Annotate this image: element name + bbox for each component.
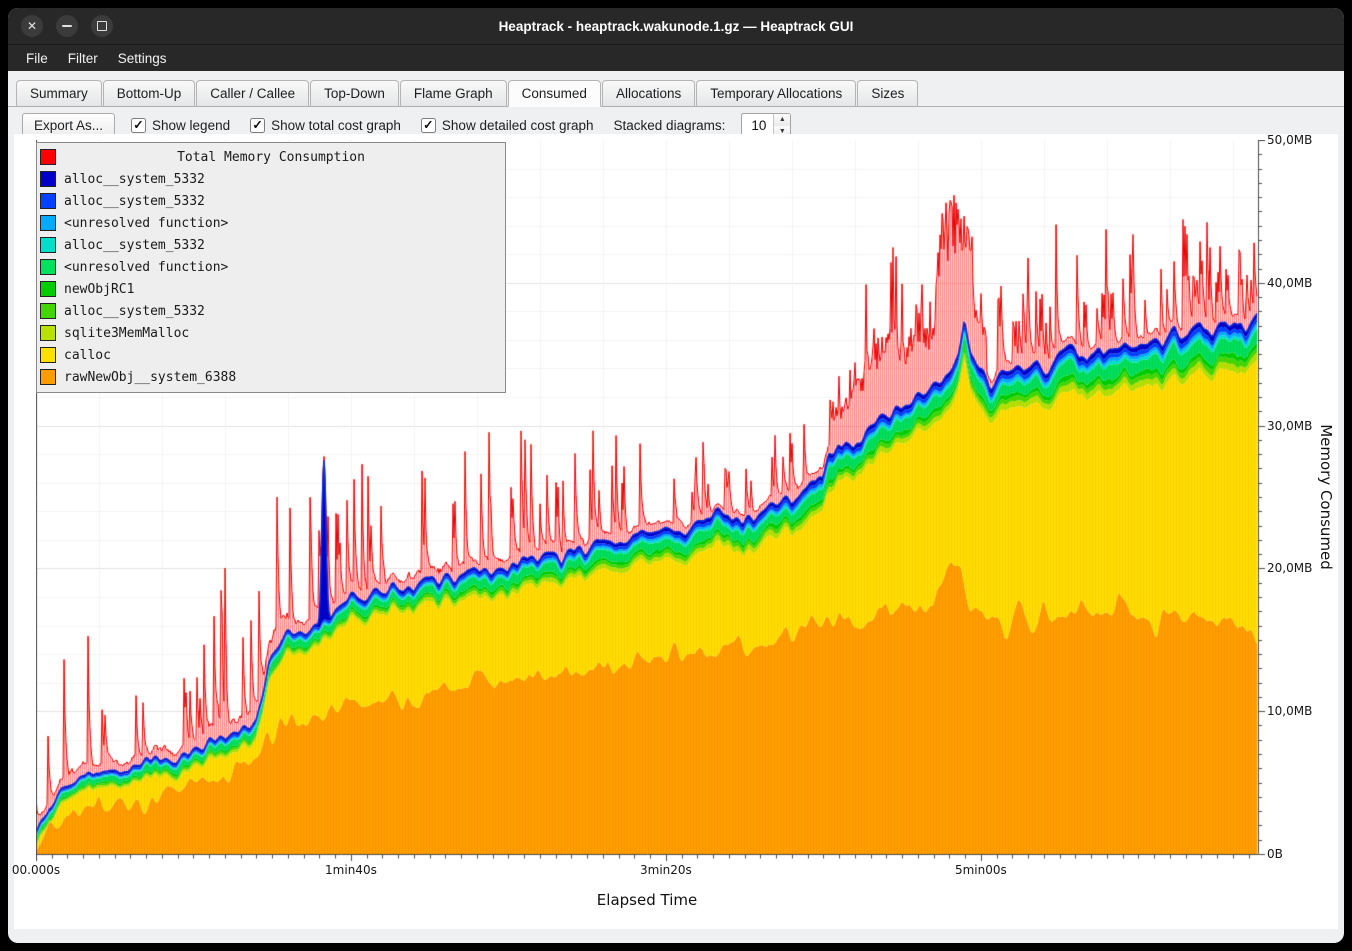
- maximize-icon: [97, 21, 107, 31]
- legend-label: newObjRC1: [64, 282, 134, 297]
- legend-swatch: [40, 347, 56, 363]
- minimize-button[interactable]: [56, 15, 78, 37]
- legend-label: calloc: [64, 348, 111, 363]
- legend-title-row: Total Memory Consumption: [37, 146, 505, 168]
- app-window: ✕ Heaptrack - heaptrack.wakunode.1.gz — …: [8, 8, 1344, 943]
- legend-swatch: [40, 259, 56, 275]
- checkbox-label: Show legend: [152, 118, 230, 133]
- titlebar: ✕ Heaptrack - heaptrack.wakunode.1.gz — …: [8, 8, 1344, 45]
- tab-allocations[interactable]: Allocations: [602, 80, 695, 107]
- legend-swatch: [40, 281, 56, 297]
- legend-item: calloc: [37, 344, 505, 366]
- checkbox-box[interactable]: ✓: [421, 118, 436, 133]
- y-axis-tick-label: 40,0MB: [1267, 276, 1312, 290]
- chart-panel: Elapsed Time Memory Consumed Total Memor…: [14, 134, 1338, 929]
- close-icon: ✕: [27, 20, 37, 32]
- legend-swatch: [40, 171, 56, 187]
- checkbox-show-detailed-cost-graph[interactable]: ✓ Show detailed cost graph: [421, 118, 594, 133]
- y-axis-tick-label: 20,0MB: [1267, 561, 1312, 575]
- legend-label: rawNewObj__system_6388: [64, 370, 236, 385]
- window-controls: ✕: [21, 15, 113, 37]
- checkbox-show-legend[interactable]: ✓ Show legend: [131, 118, 230, 133]
- legend-item: <unresolved function>: [37, 212, 505, 234]
- tab-bottom-up[interactable]: Bottom-Up: [103, 80, 196, 107]
- y-axis-tick-label: 10,0MB: [1267, 704, 1312, 718]
- tab-sizes[interactable]: Sizes: [857, 80, 918, 107]
- menu-bar: FileFilterSettings: [8, 45, 1344, 71]
- legend-label: alloc__system_5332: [64, 238, 205, 253]
- y-axis-tick-label: 0B: [1267, 847, 1283, 861]
- maximize-button[interactable]: [91, 15, 113, 37]
- legend-swatch: [40, 237, 56, 253]
- stacked-diagrams-label: Stacked diagrams:: [614, 118, 726, 133]
- legend-swatch: [40, 369, 56, 385]
- minimize-icon: [62, 25, 72, 27]
- legend-item: <unresolved function>: [37, 256, 505, 278]
- spinbox-up-button[interactable]: ▲: [774, 114, 790, 126]
- y-axis-tick-label: 50,0MB: [1267, 133, 1312, 147]
- legend-label: alloc__system_5332: [64, 172, 205, 187]
- checkbox-box[interactable]: ✓: [250, 118, 265, 133]
- x-axis-tick-label: 3min20s: [640, 863, 692, 877]
- x-axis-tick-label: 1min40s: [325, 863, 377, 877]
- checkbox-label: Show total cost graph: [271, 118, 401, 133]
- legend-swatch: [40, 303, 56, 319]
- legend-item: sqlite3MemMalloc: [37, 322, 505, 344]
- window-title: Heaptrack - heaptrack.wakunode.1.gz — He…: [499, 19, 854, 34]
- menu-item-file[interactable]: File: [16, 47, 58, 70]
- legend-item: rawNewObj__system_6388: [37, 366, 505, 388]
- y-axis-tick-label: 30,0MB: [1267, 419, 1312, 433]
- legend-label: <unresolved function>: [64, 260, 228, 275]
- tab-caller-callee[interactable]: Caller / Callee: [196, 80, 309, 107]
- legend-items: alloc__system_5332 alloc__system_5332 <unr…: [37, 168, 505, 388]
- legend-label: alloc__system_5332: [64, 194, 205, 209]
- legend-swatch: [40, 215, 56, 231]
- legend-item: newObjRC1: [37, 278, 505, 300]
- legend-swatch: [40, 325, 56, 341]
- legend-label: sqlite3MemMalloc: [64, 326, 189, 341]
- x-axis-tick-label: 5min00s: [955, 863, 1007, 877]
- spin-up-icon: ▲: [779, 116, 786, 123]
- tab-top-down[interactable]: Top-Down: [310, 80, 399, 107]
- menu-item-settings[interactable]: Settings: [108, 47, 177, 70]
- legend-title: Total Memory Consumption: [37, 150, 505, 165]
- y-axis-title: Memory Consumed: [1317, 424, 1335, 570]
- legend-item: alloc__system_5332: [37, 300, 505, 322]
- close-button[interactable]: ✕: [21, 15, 43, 37]
- legend-item: alloc__system_5332: [37, 190, 505, 212]
- menu-item-filter[interactable]: Filter: [58, 47, 108, 70]
- checkbox-show-total-cost-graph[interactable]: ✓ Show total cost graph: [250, 118, 401, 133]
- checkbox-box[interactable]: ✓: [131, 118, 146, 133]
- legend-swatch: [40, 193, 56, 209]
- checkbox-label: Show detailed cost graph: [442, 118, 594, 133]
- tab-bar: SummaryBottom-UpCaller / CalleeTop-DownF…: [8, 71, 1344, 107]
- tab-flame-graph[interactable]: Flame Graph: [400, 80, 507, 107]
- legend-item: alloc__system_5332: [37, 168, 505, 190]
- legend-item: alloc__system_5332: [37, 234, 505, 256]
- tab-consumed[interactable]: Consumed: [508, 80, 601, 107]
- legend-label: <unresolved function>: [64, 216, 228, 231]
- checkbox-group: ✓ Show legend ✓ Show total cost graph ✓ Show …: [131, 118, 594, 133]
- x-axis-tick-label: 00.000s: [12, 863, 60, 877]
- tab-temporary-allocations[interactable]: Temporary Allocations: [696, 80, 856, 107]
- legend-label: alloc__system_5332: [64, 304, 205, 319]
- tab-summary[interactable]: Summary: [16, 80, 102, 107]
- screen: ✕ Heaptrack - heaptrack.wakunode.1.gz — …: [0, 0, 1352, 951]
- x-axis-title: Elapsed Time: [597, 891, 697, 909]
- chart-legend: Total Memory Consumption alloc__system_5…: [36, 142, 506, 393]
